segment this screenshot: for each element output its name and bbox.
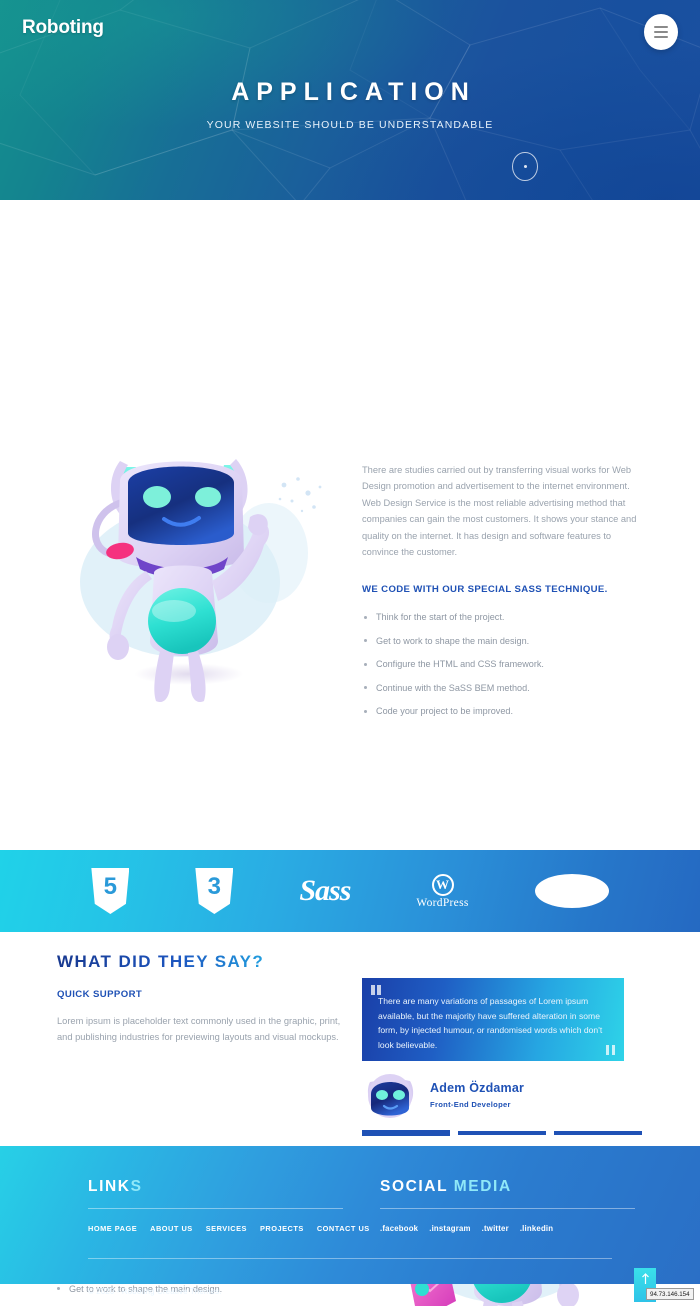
testimonial-paragraph: Lorem ipsum is placeholder text commonly… [57, 1016, 341, 1043]
sass-logo: Sass [299, 874, 351, 907]
quote-open-icon [371, 985, 381, 995]
footer-link-about-us[interactable]: ABOUT US [150, 1224, 193, 1233]
mouse-scroll-icon[interactable] [512, 152, 538, 181]
social-link-facebook[interactable]: .facebook [380, 1224, 418, 1233]
testimonial-quote-card: There are many variations of passages of… [362, 978, 624, 1061]
social-link-twitter[interactable]: .twitter [482, 1224, 509, 1233]
footer-links-title-part2: S [130, 1178, 143, 1195]
hero-subtitle: YOUR WEBSITE SHOULD BE UNDERSTANDABLE [206, 119, 494, 131]
footer-link-projects[interactable]: PROJECTS [260, 1224, 304, 1233]
footer-bottom-divider [88, 1258, 612, 1259]
page-title: APPLICATION [231, 78, 476, 106]
section-two: There are studies carried out by transfe… [0, 545, 700, 1306]
section-one: There are studies carried out by transfe… [0, 200, 700, 716]
footer-social-column: SOCIAL MEDIA .facebook .instagram .twitt… [380, 1178, 635, 1233]
html5-logo-label: 5 [103, 873, 118, 900]
testimonial-carousel-indicators[interactable] [362, 1130, 642, 1136]
carousel-indicator-3[interactable] [554, 1131, 642, 1135]
footer-links-divider [88, 1208, 343, 1209]
brand-logo[interactable]: Roboting [22, 17, 104, 39]
avatar [362, 1068, 418, 1122]
carousel-indicator-2[interactable] [458, 1131, 546, 1135]
css3-logo: 3 [195, 868, 234, 914]
arrow-up-icon [641, 1273, 649, 1284]
footer-nav-list: HOME PAGE ABOUT US SERVICES PROJECTS CON… [88, 1224, 369, 1233]
wordpress-logo-label: WordPress [416, 896, 469, 909]
author-name: Adem Özdamar [430, 1081, 525, 1095]
wordpress-logo: W WordPress [416, 873, 469, 909]
css3-logo-label: 3 [207, 873, 222, 900]
hamburger-menu-icon[interactable] [644, 14, 678, 50]
footer-link-services[interactable]: SERVICES [206, 1224, 247, 1233]
html5-logo: 5 [91, 868, 130, 914]
testimonial-heading: WHAT DID THEY SAY? [57, 952, 347, 972]
php-logo: php [534, 874, 609, 908]
social-link-instagram[interactable]: .instagram [429, 1224, 470, 1233]
footer-social-title-part2: MEDIA [453, 1178, 512, 1195]
footer-social-title: SOCIAL MEDIA [380, 1178, 635, 1196]
ip-address-tooltip: 94.73.146.154 [646, 1288, 694, 1300]
footer-links-column: LINKS HOME PAGE ABOUT US SERVICES PROJEC… [88, 1178, 369, 1233]
footer-social-list: .facebook .instagram .twitter .linkedin [380, 1224, 635, 1233]
testimonial-quote-text: There are many variations of passages of… [378, 996, 603, 1050]
testimonial-subheading: QUICK SUPPORT [57, 989, 143, 1000]
testimonial-intro: WHAT DID THEY SAY? QUICK SUPPORT Lorem i… [57, 952, 347, 1045]
footer-social-divider [380, 1208, 635, 1209]
footer-links-title: LINKS [88, 1178, 343, 1196]
author-role: Front-End Developer [430, 1100, 511, 1109]
carousel-indicator-1[interactable] [362, 1130, 450, 1136]
footer-social-title-part1: SOCIAL [380, 1178, 454, 1195]
site-footer: LINKS HOME PAGE ABOUT US SERVICES PROJEC… [0, 1146, 700, 1284]
wordpress-mark: W [431, 873, 454, 896]
footer-link-contact-us[interactable]: CONTACT US [317, 1224, 370, 1233]
footer-link-home-page[interactable]: HOME PAGE [88, 1224, 137, 1233]
hero-banner: Roboting APPLICATION YOUR WEBSITE SHOULD… [0, 0, 700, 200]
quote-close-icon [605, 1045, 615, 1055]
hero-headline-group: APPLICATION YOUR WEBSITE SHOULD BE UNDER… [0, 78, 700, 131]
footer-links-title-part1: LINK [88, 1178, 131, 1195]
page-root: Roboting APPLICATION YOUR WEBSITE SHOULD… [0, 0, 700, 1306]
testimonial-author-info: Adem Özdamar Front-End Developer [430, 1081, 524, 1109]
copyright-text: © 2020 - Roboting Creative Themes. [88, 1287, 222, 1296]
testimonial-author: Adem Özdamar Front-End Developer [362, 1068, 524, 1122]
social-link-linkedin[interactable]: .linkedin [520, 1224, 553, 1233]
technology-logo-band: 5 3 Sass W WordPress php [0, 850, 700, 932]
